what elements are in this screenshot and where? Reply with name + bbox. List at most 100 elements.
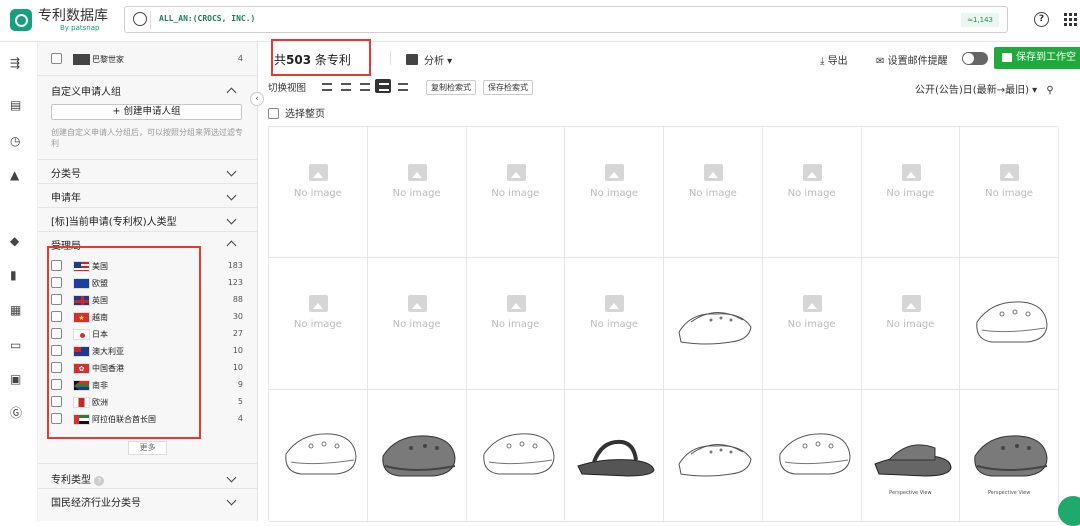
- analysis-dropdown[interactable]: 分析 ▾: [406, 52, 452, 67]
- result-card[interactable]: [269, 390, 368, 522]
- sort-dropdown[interactable]: 公开(公告)日(最新→最旧) ▾ ⚲: [915, 81, 1054, 96]
- result-card[interactable]: Perspective View: [861, 390, 961, 522]
- globe-icon[interactable]: [131, 11, 151, 29]
- clock-icon[interactable]: ◷: [10, 135, 24, 148]
- detail-view-icon[interactable]: [337, 79, 353, 93]
- grid-view-icon[interactable]: [375, 79, 391, 93]
- result-card[interactable]: No image: [664, 127, 763, 258]
- export-button[interactable]: ⤓ 导出: [820, 52, 848, 67]
- filter-sidebar: 巴黎世家 4 自定义申请人组 + 创建申请人组 创建自定义申请人分组后，可以按照…: [38, 42, 258, 521]
- landscape-icon[interactable]: ▲: [10, 169, 24, 182]
- brand-icon: [73, 54, 90, 65]
- result-card[interactable]: No image: [565, 127, 664, 258]
- create-group-button[interactable]: + 创建申请人组: [51, 104, 242, 120]
- result-card[interactable]: No image: [960, 127, 1059, 258]
- chevron-down-icon[interactable]: [226, 192, 238, 200]
- chevron-up-icon[interactable]: [226, 86, 238, 94]
- more-button[interactable]: 更多: [128, 441, 167, 455]
- no-image-label: No image: [392, 319, 441, 330]
- result-card[interactable]: No image: [367, 127, 467, 258]
- image-view-icon[interactable]: [356, 79, 372, 93]
- image-placeholder-icon: [1000, 164, 1020, 181]
- result-card[interactable]: No image: [367, 258, 467, 390]
- search-input[interactable]: ALL_AN:(CROCS, INC.) ≈1,143: [124, 6, 1008, 33]
- pin-icon[interactable]: ⚲: [1046, 85, 1053, 96]
- layers-icon[interactable]: ◆: [10, 235, 24, 248]
- option-label: 巴黎世家: [92, 55, 124, 64]
- result-card[interactable]: No image: [466, 258, 566, 390]
- result-card[interactable]: No image: [269, 258, 368, 390]
- chevron-down-icon[interactable]: [226, 497, 238, 505]
- image-placeholder-icon: [605, 295, 625, 312]
- result-card[interactable]: No image: [861, 258, 961, 390]
- option-count: 10: [232, 346, 243, 355]
- chat-fab[interactable]: [1058, 496, 1080, 526]
- result-card[interactable]: Perspective View: [960, 390, 1059, 522]
- apps-grid-icon[interactable]: [1064, 13, 1077, 26]
- bar-chart-icon[interactable]: ▮: [10, 269, 24, 282]
- checkbox[interactable]: [268, 108, 279, 119]
- image-placeholder-icon: [802, 295, 822, 312]
- result-card[interactable]: No image: [565, 258, 664, 390]
- list-view-icon[interactable]: [318, 79, 334, 93]
- inbox-icon[interactable]: ▭: [10, 339, 24, 352]
- chevron-up-icon[interactable]: [226, 239, 238, 247]
- select-page-label: 选择整页: [285, 109, 325, 120]
- left-nav: ⇶ ▤ ◷ ▲ ◆ ▮ ▦ ▭ ▣ Ⓖ: [0, 42, 38, 521]
- chevron-down-icon[interactable]: [226, 474, 238, 482]
- image-placeholder-icon: [704, 164, 723, 181]
- result-card[interactable]: [367, 390, 467, 522]
- image-placeholder-icon: [309, 295, 328, 312]
- image-placeholder-icon: [802, 164, 822, 181]
- result-card[interactable]: [466, 390, 566, 522]
- result-card[interactable]: [664, 258, 763, 390]
- no-image-label: No image: [590, 319, 639, 330]
- search-history-icon[interactable]: ▤: [10, 99, 24, 112]
- result-card[interactable]: [762, 390, 862, 522]
- no-image-label: No image: [491, 319, 540, 330]
- results-panel: 共503 条专利 分析 ▾ ⤓ 导出 ✉ 设置邮件提醒 保存到工作空 切换视图 …: [258, 39, 1080, 522]
- g-icon[interactable]: Ⓖ: [10, 407, 24, 420]
- copy-query-button[interactable]: 复制检索式: [426, 80, 476, 95]
- filter-option[interactable]: 巴黎世家 4: [51, 52, 243, 67]
- section-applicant-type[interactable]: [标]当前申请(专利权)人类型: [51, 213, 177, 228]
- collapse-sidebar-icon[interactable]: ‹: [250, 92, 264, 106]
- result-card[interactable]: No image: [762, 258, 862, 390]
- checkbox[interactable]: [51, 53, 62, 64]
- create-group-description: 创建自定义申请人分组后，可以按照分组来筛选过滤专利: [51, 128, 243, 148]
- save-workspace-button[interactable]: 保存到工作空: [994, 47, 1080, 69]
- app-logo-icon[interactable]: [10, 9, 32, 31]
- app-title: 专利数据库: [38, 8, 108, 24]
- image-placeholder-icon: [506, 164, 526, 181]
- section-patent-type[interactable]: 专利类型 ?: [51, 471, 105, 486]
- result-card[interactable]: No image: [269, 127, 368, 258]
- image-placeholder-icon: [407, 164, 427, 181]
- custom-group-title: 自定义申请人组: [51, 87, 121, 98]
- no-image-label: No image: [886, 319, 935, 330]
- chevron-down-icon[interactable]: [226, 216, 238, 224]
- no-image-label: No image: [886, 188, 935, 199]
- result-card[interactable]: No image: [762, 127, 862, 258]
- card-view-icon[interactable]: [394, 79, 410, 93]
- email-alert-toggle[interactable]: [962, 52, 988, 65]
- result-card[interactable]: No image: [861, 127, 961, 258]
- section-application-year[interactable]: 申请年: [51, 189, 81, 204]
- result-card[interactable]: [960, 258, 1059, 390]
- section-classification[interactable]: 分类号: [51, 165, 81, 180]
- no-image-label: No image: [491, 188, 540, 199]
- option-count: 5: [237, 397, 243, 406]
- section-industry-class[interactable]: 国民经济行业分类号: [51, 494, 141, 509]
- select-page[interactable]: 选择整页: [268, 105, 325, 120]
- report-icon[interactable]: ▣: [10, 373, 24, 386]
- result-card[interactable]: No image: [466, 127, 566, 258]
- help-icon[interactable]: ?: [1034, 12, 1049, 27]
- result-card[interactable]: [664, 390, 763, 522]
- info-icon[interactable]: ?: [94, 476, 105, 486]
- option-count: 30: [232, 312, 243, 321]
- save-query-button[interactable]: 保存检索式: [483, 80, 533, 95]
- image-caption: Perspective View: [889, 490, 932, 496]
- chevron-down-icon[interactable]: [226, 168, 238, 176]
- dashboard-icon[interactable]: ▦: [10, 304, 24, 317]
- menu-expand-icon[interactable]: ⇶: [10, 57, 24, 70]
- result-card[interactable]: [565, 390, 664, 522]
